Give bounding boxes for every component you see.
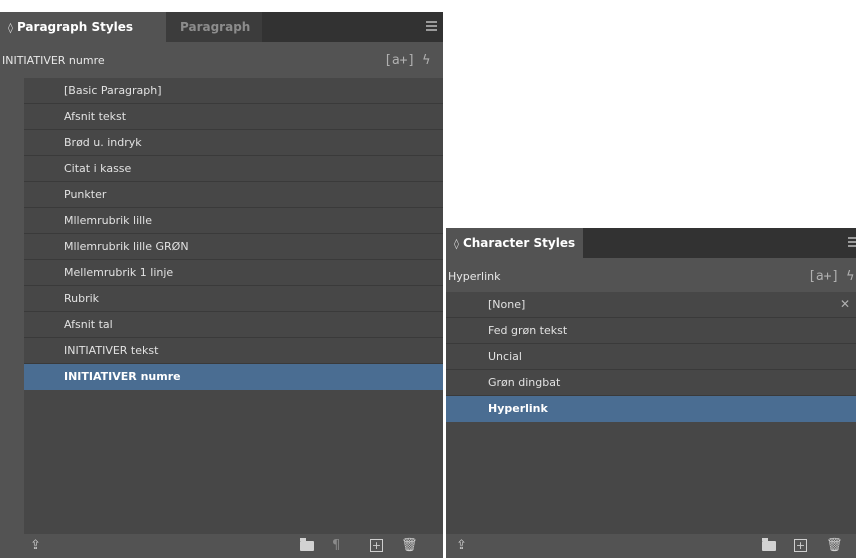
style-list-item[interactable]: INITIATIVER numre [24,364,443,390]
updown-arrows-icon: ◊ [8,23,13,34]
tab-paragraph[interactable]: Paragraph [166,12,262,42]
tab-character-styles-label: Character Styles [462,236,576,250]
tab-paragraph-label: Paragraph [180,20,251,34]
current-paragraph-style: INITIATIVER numre [2,54,105,67]
style-list-item[interactable]: Punkter [24,182,443,208]
current-character-style: Hyperlink [448,270,501,283]
quick-apply-lightning-icon[interactable]: ϟ [846,266,855,288]
style-list-item[interactable]: Mellemrubrik 1 linje [24,260,443,286]
style-list-item[interactable]: Rubrik [24,286,443,312]
style-list-item[interactable]: Brød u. indryk [24,130,443,156]
create-style-from-selection-icon[interactable]: [a+] [808,266,839,288]
style-name: Brød u. indryk [64,136,142,149]
style-list-item[interactable]: Afsnit tal [24,312,443,338]
style-name: [None] [488,298,526,311]
style-list-item[interactable]: Citat i kasse [24,156,443,182]
paragraph-styles-list: [Basic Paragraph] Afsnit tekst Brød u. ind… [24,78,443,546]
style-name: Rubrik [64,292,100,305]
load-styles-icon[interactable]: ⇪ [30,538,41,554]
clear-overrides-icon[interactable]: ¶ [332,538,340,554]
create-style-from-selection-icon[interactable]: [a+] [384,50,415,72]
style-name: Uncial [488,350,522,363]
style-list-item[interactable]: Hyperlink [446,396,856,422]
character-panel-footer: ⇪ + 🗑 [446,534,856,558]
style-name: Fed grøn tekst [488,324,568,337]
style-list-item[interactable]: Mllemrubrik lille [24,208,443,234]
style-list-item[interactable]: Grøn dingbat [446,370,856,396]
style-list-item[interactable]: INITIATIVER tekst [24,338,443,364]
style-name: Grøn dingbat [488,376,561,389]
style-list-item[interactable]: Mllemrubrik lille GRØN [24,234,443,260]
panel-menu-icon[interactable] [848,237,856,247]
new-group-folder-icon[interactable] [300,538,314,551]
tab-paragraph-styles[interactable]: ◊ Paragraph Styles [0,12,166,42]
new-style-icon[interactable]: + [794,539,807,552]
new-style-icon[interactable]: + [370,539,383,552]
style-list-item[interactable]: Uncial [446,344,856,370]
current-style-row: Hyperlink [a+] ϟ [446,266,856,288]
load-styles-icon[interactable]: ⇪ [456,538,467,554]
paragraph-styles-panel: ◊ Paragraph Styles Paragraph INITIATIVER … [0,12,443,558]
panel-menu-icon[interactable] [426,21,437,31]
style-name: INITIATIVER tekst [64,344,159,357]
style-name: Mllemrubrik lille GRØN [64,240,189,253]
paragraph-panel-footer: ⇪ ¶ + 🗑 [0,534,443,558]
current-style-row: INITIATIVER numre [a+] ϟ [0,50,443,72]
character-styles-list: [None] ✕ Fed grøn tekst Uncial Grøn dingbat H… [446,292,856,544]
new-group-folder-icon[interactable] [762,538,776,551]
style-list-item[interactable]: [Basic Paragraph] [24,78,443,104]
style-list-item[interactable]: [None] ✕ [446,292,856,318]
style-name: Afsnit tal [64,318,113,331]
style-list-item[interactable]: Fed grøn tekst [446,318,856,344]
style-name: Hyperlink [488,402,548,415]
paragraph-panel-tabbar: ◊ Paragraph Styles Paragraph [0,12,443,42]
updown-arrows-icon: ◊ [454,239,459,250]
tab-paragraph-styles-label: Paragraph Styles [16,20,134,34]
quick-apply-lightning-icon[interactable]: ϟ [422,50,431,72]
style-list-item[interactable]: Afsnit tekst [24,104,443,130]
style-name: Punkter [64,188,107,201]
lock-style-icon: ✕ [839,297,850,311]
tab-character-styles[interactable]: ◊ Character Styles [446,228,583,258]
style-name: Mellemrubrik 1 linje [64,266,174,279]
style-name: Citat i kasse [64,162,132,175]
style-name: Mllemrubrik lille [64,214,152,227]
style-name: INITIATIVER numre [64,370,181,383]
style-name: [Basic Paragraph] [64,84,162,97]
style-name: Afsnit tekst [64,110,127,123]
delete-icon[interactable]: 🗑 [401,538,418,554]
character-panel-tabbar: ◊ Character Styles [446,228,856,258]
character-styles-panel: ◊ Character Styles Hyperlink [a+] ϟ [None… [446,228,856,558]
delete-icon[interactable]: 🗑 [826,538,843,554]
